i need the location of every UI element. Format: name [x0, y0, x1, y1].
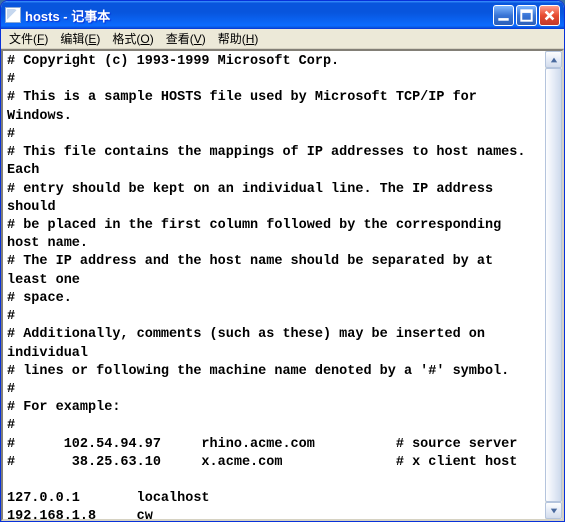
close-button[interactable]	[539, 5, 560, 26]
scrollbar-thumb[interactable]	[545, 68, 562, 502]
notepad-window: hosts - 记事本 文件(F) 编辑(E) 格式(O) 查看(V) 帮助(H…	[0, 0, 565, 522]
vertical-scrollbar[interactable]	[545, 51, 562, 519]
maximize-button[interactable]	[516, 5, 537, 26]
menu-file[interactable]: 文件(F)	[3, 28, 54, 49]
menubar: 文件(F) 编辑(E) 格式(O) 查看(V) 帮助(H)	[1, 29, 564, 49]
notepad-icon	[5, 7, 21, 23]
menu-help[interactable]: 帮助(H)	[212, 28, 265, 49]
scroll-up-button[interactable]	[545, 51, 562, 68]
text-editor[interactable]: # Copyright (c) 1993-1999 Microsoft Corp…	[3, 51, 545, 519]
titlebar[interactable]: hosts - 记事本	[1, 1, 564, 29]
minimize-button[interactable]	[493, 5, 514, 26]
window-controls	[493, 5, 560, 26]
menu-format[interactable]: 格式(O)	[106, 28, 159, 49]
window-title: hosts - 记事本	[25, 6, 493, 25]
menu-edit[interactable]: 编辑(E)	[54, 28, 106, 49]
scroll-down-button[interactable]	[545, 502, 562, 519]
scrollbar-track[interactable]	[545, 68, 562, 502]
menu-view[interactable]: 查看(V)	[160, 28, 212, 49]
editor-container: # Copyright (c) 1993-1999 Microsoft Corp…	[1, 49, 564, 521]
